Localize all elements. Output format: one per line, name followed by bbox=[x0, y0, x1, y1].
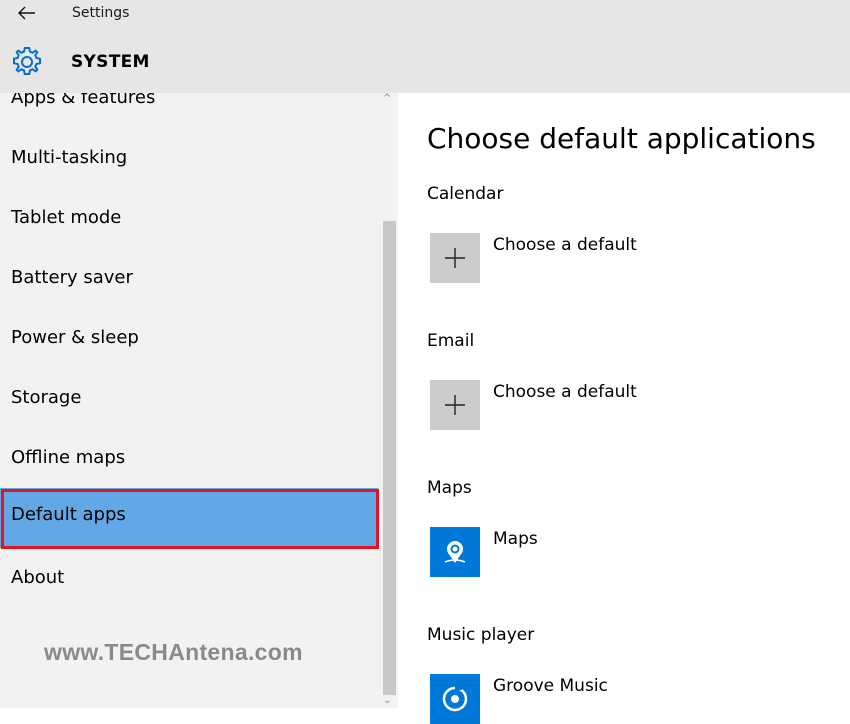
watermark: www.TECHAntena.com bbox=[44, 639, 303, 665]
sidebar-item-storage[interactable]: Storage bbox=[0, 371, 378, 431]
groove-music-icon bbox=[442, 686, 468, 712]
email-default-tile[interactable] bbox=[430, 380, 480, 430]
maps-icon bbox=[444, 541, 466, 563]
email-default-app[interactable]: Choose a default bbox=[493, 382, 637, 402]
back-arrow-icon bbox=[18, 6, 35, 20]
sidebar-item-label: Battery saver bbox=[11, 267, 133, 288]
section-title: SYSTEM bbox=[71, 52, 150, 72]
music-player-default-tile[interactable] bbox=[430, 674, 480, 724]
sidebar-item-multi-tasking[interactable]: Multi-tasking bbox=[0, 131, 378, 191]
plus-icon bbox=[445, 248, 465, 268]
sidebar: Apps & features Multi-tasking Tablet mod… bbox=[0, 93, 398, 708]
category-label-music-player: Music player bbox=[427, 625, 535, 645]
title-bar: Settings SYSTEM bbox=[0, 0, 850, 93]
sidebar-item-tablet-mode[interactable]: Tablet mode bbox=[0, 191, 378, 251]
calendar-default-tile[interactable] bbox=[430, 233, 480, 283]
category-label-maps: Maps bbox=[427, 478, 472, 498]
scrollbar[interactable]: ^ ⌄ bbox=[382, 93, 398, 708]
maps-default-tile[interactable] bbox=[430, 527, 480, 577]
sidebar-item-label: About bbox=[11, 567, 65, 588]
scroll-up-icon[interactable]: ^ bbox=[383, 93, 391, 104]
gear-icon bbox=[13, 47, 41, 75]
sidebar-item-label: Offline maps bbox=[11, 447, 126, 468]
back-button[interactable] bbox=[14, 2, 40, 24]
sidebar-item-about[interactable]: About bbox=[0, 551, 378, 611]
sidebar-item-label: Storage bbox=[11, 387, 82, 408]
page-title: Choose default applications bbox=[427, 122, 816, 155]
sidebar-item-label: Power & sleep bbox=[11, 327, 139, 348]
scroll-down-icon[interactable]: ⌄ bbox=[383, 695, 391, 706]
sidebar-item-apps-features[interactable]: Apps & features bbox=[0, 93, 378, 131]
plus-icon bbox=[445, 395, 465, 415]
sidebar-item-label: Multi-tasking bbox=[11, 147, 128, 168]
calendar-default-app[interactable]: Choose a default bbox=[493, 235, 637, 255]
category-label-calendar: Calendar bbox=[427, 184, 504, 204]
maps-default-app[interactable]: Maps bbox=[493, 529, 538, 549]
sidebar-item-offline-maps[interactable]: Offline maps bbox=[0, 431, 378, 491]
highlight-box bbox=[1, 489, 379, 549]
music-player-default-app[interactable]: Groove Music bbox=[493, 676, 608, 696]
main-content: Choose default applications Calendar Cho… bbox=[398, 93, 850, 724]
scrollbar-thumb[interactable] bbox=[383, 221, 396, 695]
sidebar-item-power-sleep[interactable]: Power & sleep bbox=[0, 311, 378, 371]
sidebar-item-label: Apps & features bbox=[11, 93, 156, 108]
sidebar-item-label: Tablet mode bbox=[11, 207, 122, 228]
category-label-email: Email bbox=[427, 331, 475, 351]
sidebar-item-battery-saver[interactable]: Battery saver bbox=[0, 251, 378, 311]
window-title: Settings bbox=[72, 5, 130, 21]
